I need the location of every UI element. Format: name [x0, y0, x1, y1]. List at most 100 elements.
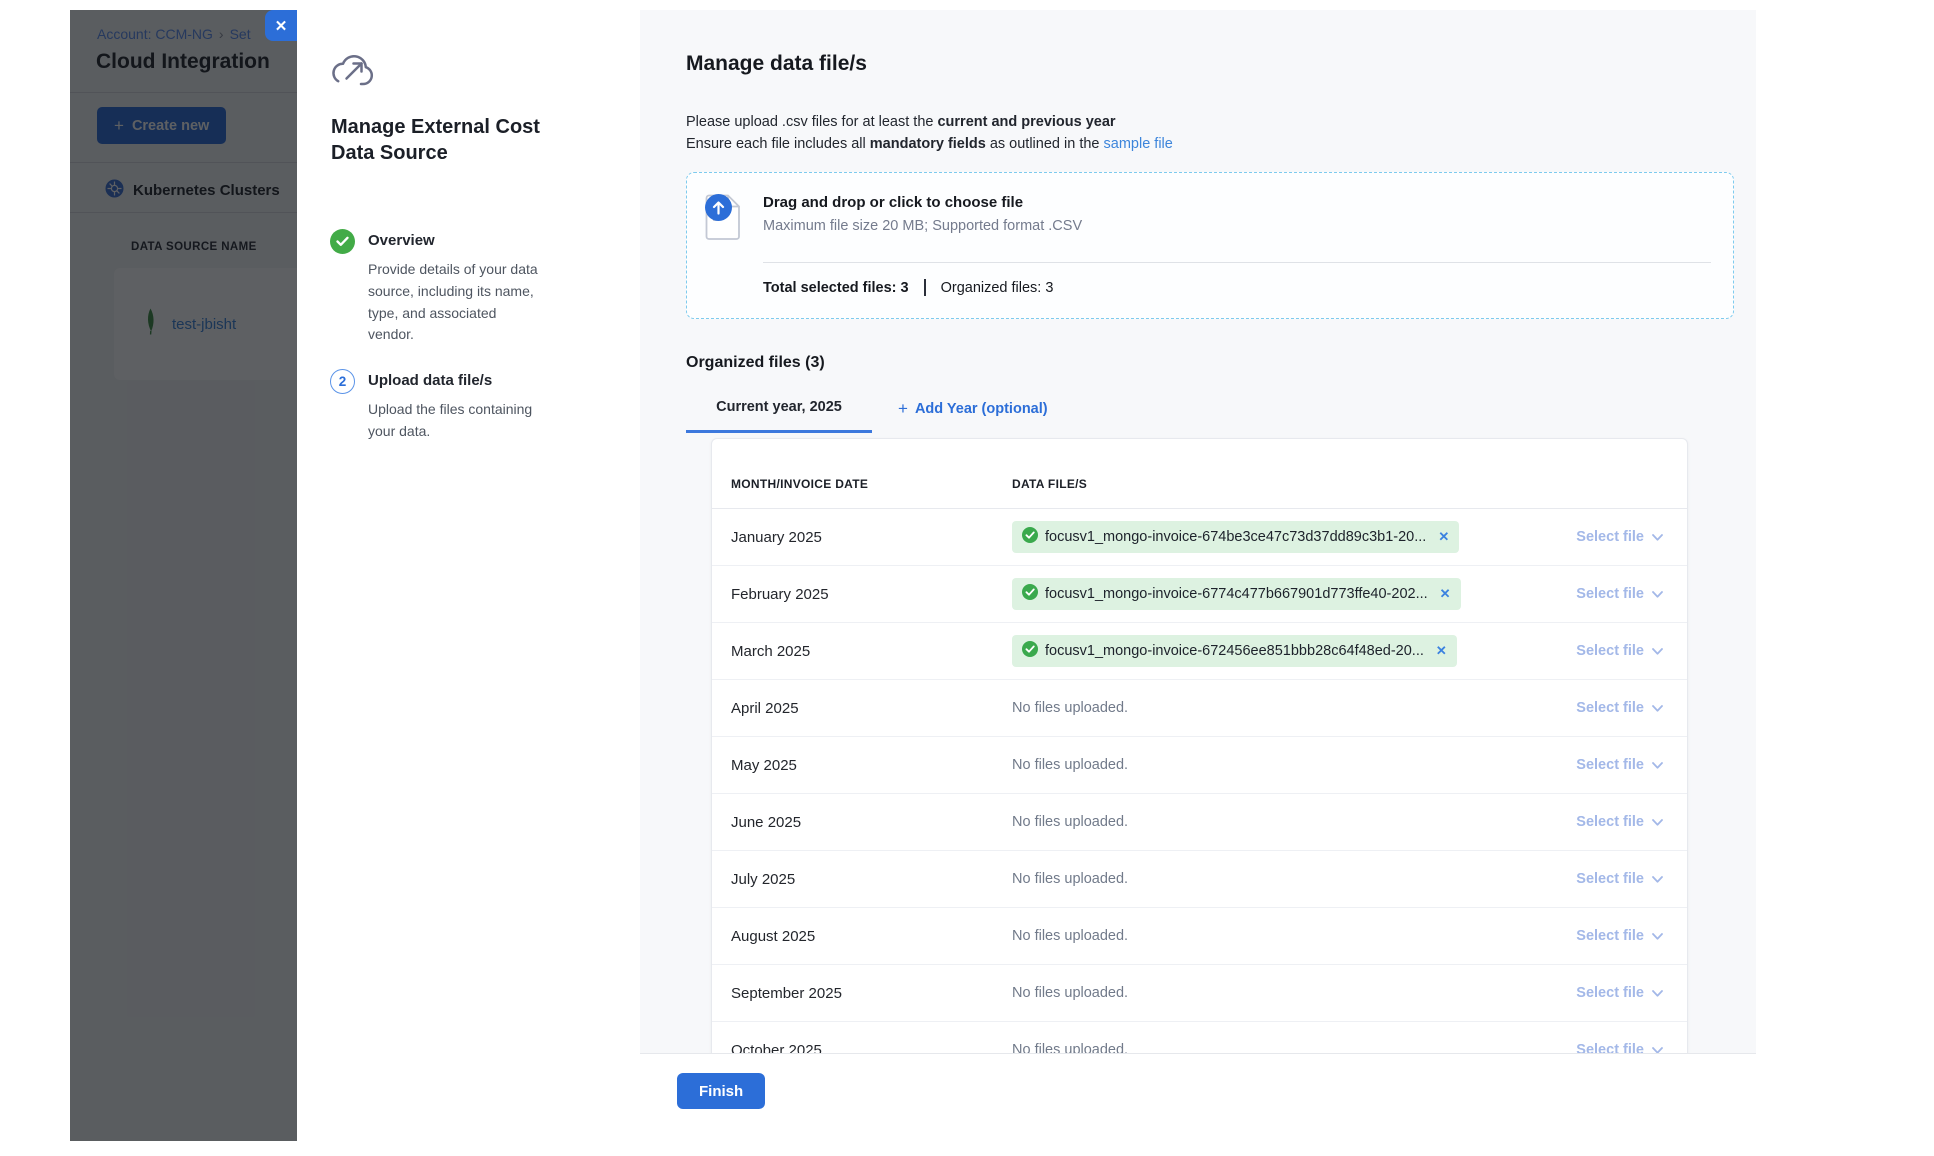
add-year-label: Add Year (optional) — [915, 401, 1048, 417]
file-dropzone[interactable]: Drag and drop or click to choose file Ma… — [686, 172, 1734, 319]
chevron-down-icon — [1652, 985, 1663, 1001]
plus-icon: + — [898, 399, 908, 419]
month-label: September 2025 — [712, 985, 1012, 1002]
finish-button[interactable]: Finish — [677, 1073, 765, 1109]
close-button[interactable]: ✕ — [265, 10, 297, 41]
chevron-down-icon — [1652, 928, 1663, 944]
table-row: May 2025 No files uploaded. Select file — [712, 737, 1687, 794]
step-label: Upload data file/s — [368, 372, 570, 389]
check-icon — [1022, 584, 1038, 604]
select-file-dropdown[interactable]: Select file — [1576, 1042, 1663, 1053]
step-number-badge: 2 — [330, 369, 355, 394]
empty-text: No files uploaded. — [1012, 814, 1128, 830]
screen: Account: CCM-NG›Set Cloud Integration + … — [0, 0, 1934, 1156]
monthly-files-table: MONTH/INVOICE DATE DATA FILE/S January 2… — [711, 438, 1688, 1053]
cloud-upload-icon — [330, 54, 378, 99]
file-chip: focusv1_mongo-invoice-6774c477b667901d77… — [1012, 578, 1461, 610]
chevron-down-icon — [1652, 757, 1663, 773]
month-label: January 2025 — [712, 529, 1012, 546]
select-file-label: Select file — [1576, 928, 1644, 944]
select-file-dropdown[interactable]: Select file — [1576, 871, 1663, 887]
empty-text: No files uploaded. — [1012, 928, 1128, 944]
empty-text: No files uploaded. — [1012, 871, 1128, 887]
step-upload-data-files[interactable]: 2 Upload data file/s Upload the files co… — [330, 372, 570, 443]
select-file-dropdown[interactable]: Select file — [1576, 529, 1663, 545]
year-tabs: Current year, 2025 + Add Year (optional) — [686, 399, 1048, 433]
month-label: June 2025 — [712, 814, 1012, 831]
dropzone-subtitle: Maximum file size 20 MB; Supported forma… — [763, 218, 1082, 234]
table-row: October 2025 No files uploaded. Select f… — [712, 1022, 1687, 1053]
chevron-down-icon — [1652, 814, 1663, 830]
total-selected-files: Total selected files: 3 — [763, 280, 909, 296]
file-chip-name: focusv1_mongo-invoice-6774c477b667901d77… — [1045, 586, 1428, 602]
empty-text: No files uploaded. — [1012, 757, 1128, 773]
modal-overlay — [70, 10, 297, 1141]
select-file-label: Select file — [1576, 814, 1644, 830]
divider — [763, 262, 1711, 263]
column-header-data-files: DATA FILE/S — [1012, 477, 1687, 491]
close-icon: ✕ — [275, 17, 288, 35]
file-chip-name: focusv1_mongo-invoice-672456ee851bbb28c6… — [1045, 643, 1424, 659]
select-file-label: Select file — [1576, 586, 1644, 602]
table-row: July 2025 No files uploaded. Select file — [712, 851, 1687, 908]
add-year-button[interactable]: + Add Year (optional) — [898, 399, 1048, 419]
empty-text: No files uploaded. — [1012, 1042, 1128, 1053]
table-header: MONTH/INVOICE DATE DATA FILE/S — [712, 439, 1687, 509]
drawer-title: Manage External Cost Data Source — [331, 114, 556, 167]
month-label: August 2025 — [712, 928, 1012, 945]
divider — [924, 279, 926, 296]
chevron-down-icon — [1652, 529, 1663, 545]
manage-data-source-drawer: Manage External Cost Data Source Overvie… — [297, 10, 1934, 1141]
step-complete-check-icon — [330, 229, 355, 254]
select-file-dropdown[interactable]: Select file — [1576, 757, 1663, 773]
month-label: October 2025 — [712, 1042, 1012, 1054]
empty-text: No files uploaded. — [1012, 700, 1128, 716]
section-title: Manage data file/s — [686, 52, 867, 76]
select-file-dropdown[interactable]: Select file — [1576, 586, 1663, 602]
step-overview[interactable]: Overview Provide details of your data so… — [330, 232, 570, 346]
remove-file-icon[interactable]: ✕ — [1436, 643, 1447, 659]
file-chip: focusv1_mongo-invoice-674be3ce47c73d37dd… — [1012, 521, 1459, 553]
select-file-dropdown[interactable]: Select file — [1576, 814, 1663, 830]
select-file-label: Select file — [1576, 700, 1644, 716]
file-chip: focusv1_mongo-invoice-672456ee851bbb28c6… — [1012, 635, 1457, 667]
select-file-label: Select file — [1576, 871, 1644, 887]
month-label: April 2025 — [712, 700, 1012, 717]
select-file-label: Select file — [1576, 643, 1644, 659]
file-chip-name: focusv1_mongo-invoice-674be3ce47c73d37dd… — [1045, 529, 1426, 545]
upload-instructions: Please upload .csv files for at least th… — [686, 111, 1173, 155]
organized-files-heading: Organized files (3) — [686, 354, 825, 372]
dropzone-title: Drag and drop or click to choose file — [763, 194, 1023, 211]
step-description: Upload the files containing your data. — [368, 399, 546, 443]
month-label: July 2025 — [712, 871, 1012, 888]
select-file-dropdown[interactable]: Select file — [1576, 985, 1663, 1001]
chevron-down-icon — [1652, 700, 1663, 716]
file-counts: Total selected files: 3 Organized files:… — [763, 279, 1053, 296]
remove-file-icon[interactable]: ✕ — [1438, 529, 1449, 545]
chevron-down-icon — [1652, 1042, 1663, 1053]
chevron-down-icon — [1652, 586, 1663, 602]
table-row: June 2025 No files uploaded. Select file — [712, 794, 1687, 851]
upload-arrow-icon — [705, 194, 732, 221]
month-label: February 2025 — [712, 586, 1012, 603]
select-file-dropdown[interactable]: Select file — [1576, 928, 1663, 944]
steps-panel: Manage External Cost Data Source Overvie… — [297, 10, 640, 1141]
select-file-label: Select file — [1576, 529, 1644, 545]
remove-file-icon[interactable]: ✕ — [1440, 586, 1451, 602]
tab-current-year[interactable]: Current year, 2025 — [686, 399, 872, 433]
month-label: May 2025 — [712, 757, 1012, 774]
instruction-line-2: Ensure each file includes all mandatory … — [686, 133, 1173, 155]
select-file-dropdown[interactable]: Select file — [1576, 643, 1663, 659]
table-body: January 2025 focusv1_mongo-invoice-674be… — [712, 509, 1687, 1053]
empty-text: No files uploaded. — [1012, 985, 1128, 1001]
sample-file-link[interactable]: sample file — [1104, 136, 1173, 152]
table-row: September 2025 No files uploaded. Select… — [712, 965, 1687, 1022]
step-list: Overview Provide details of your data so… — [330, 232, 570, 469]
select-file-dropdown[interactable]: Select file — [1576, 700, 1663, 716]
table-row: February 2025 focusv1_mongo-invoice-6774… — [712, 566, 1687, 623]
instruction-line-1: Please upload .csv files for at least th… — [686, 111, 1173, 133]
table-row: April 2025 No files uploaded. Select fil… — [712, 680, 1687, 737]
table-row: August 2025 No files uploaded. Select fi… — [712, 908, 1687, 965]
select-file-label: Select file — [1576, 1042, 1644, 1053]
chevron-down-icon — [1652, 871, 1663, 887]
